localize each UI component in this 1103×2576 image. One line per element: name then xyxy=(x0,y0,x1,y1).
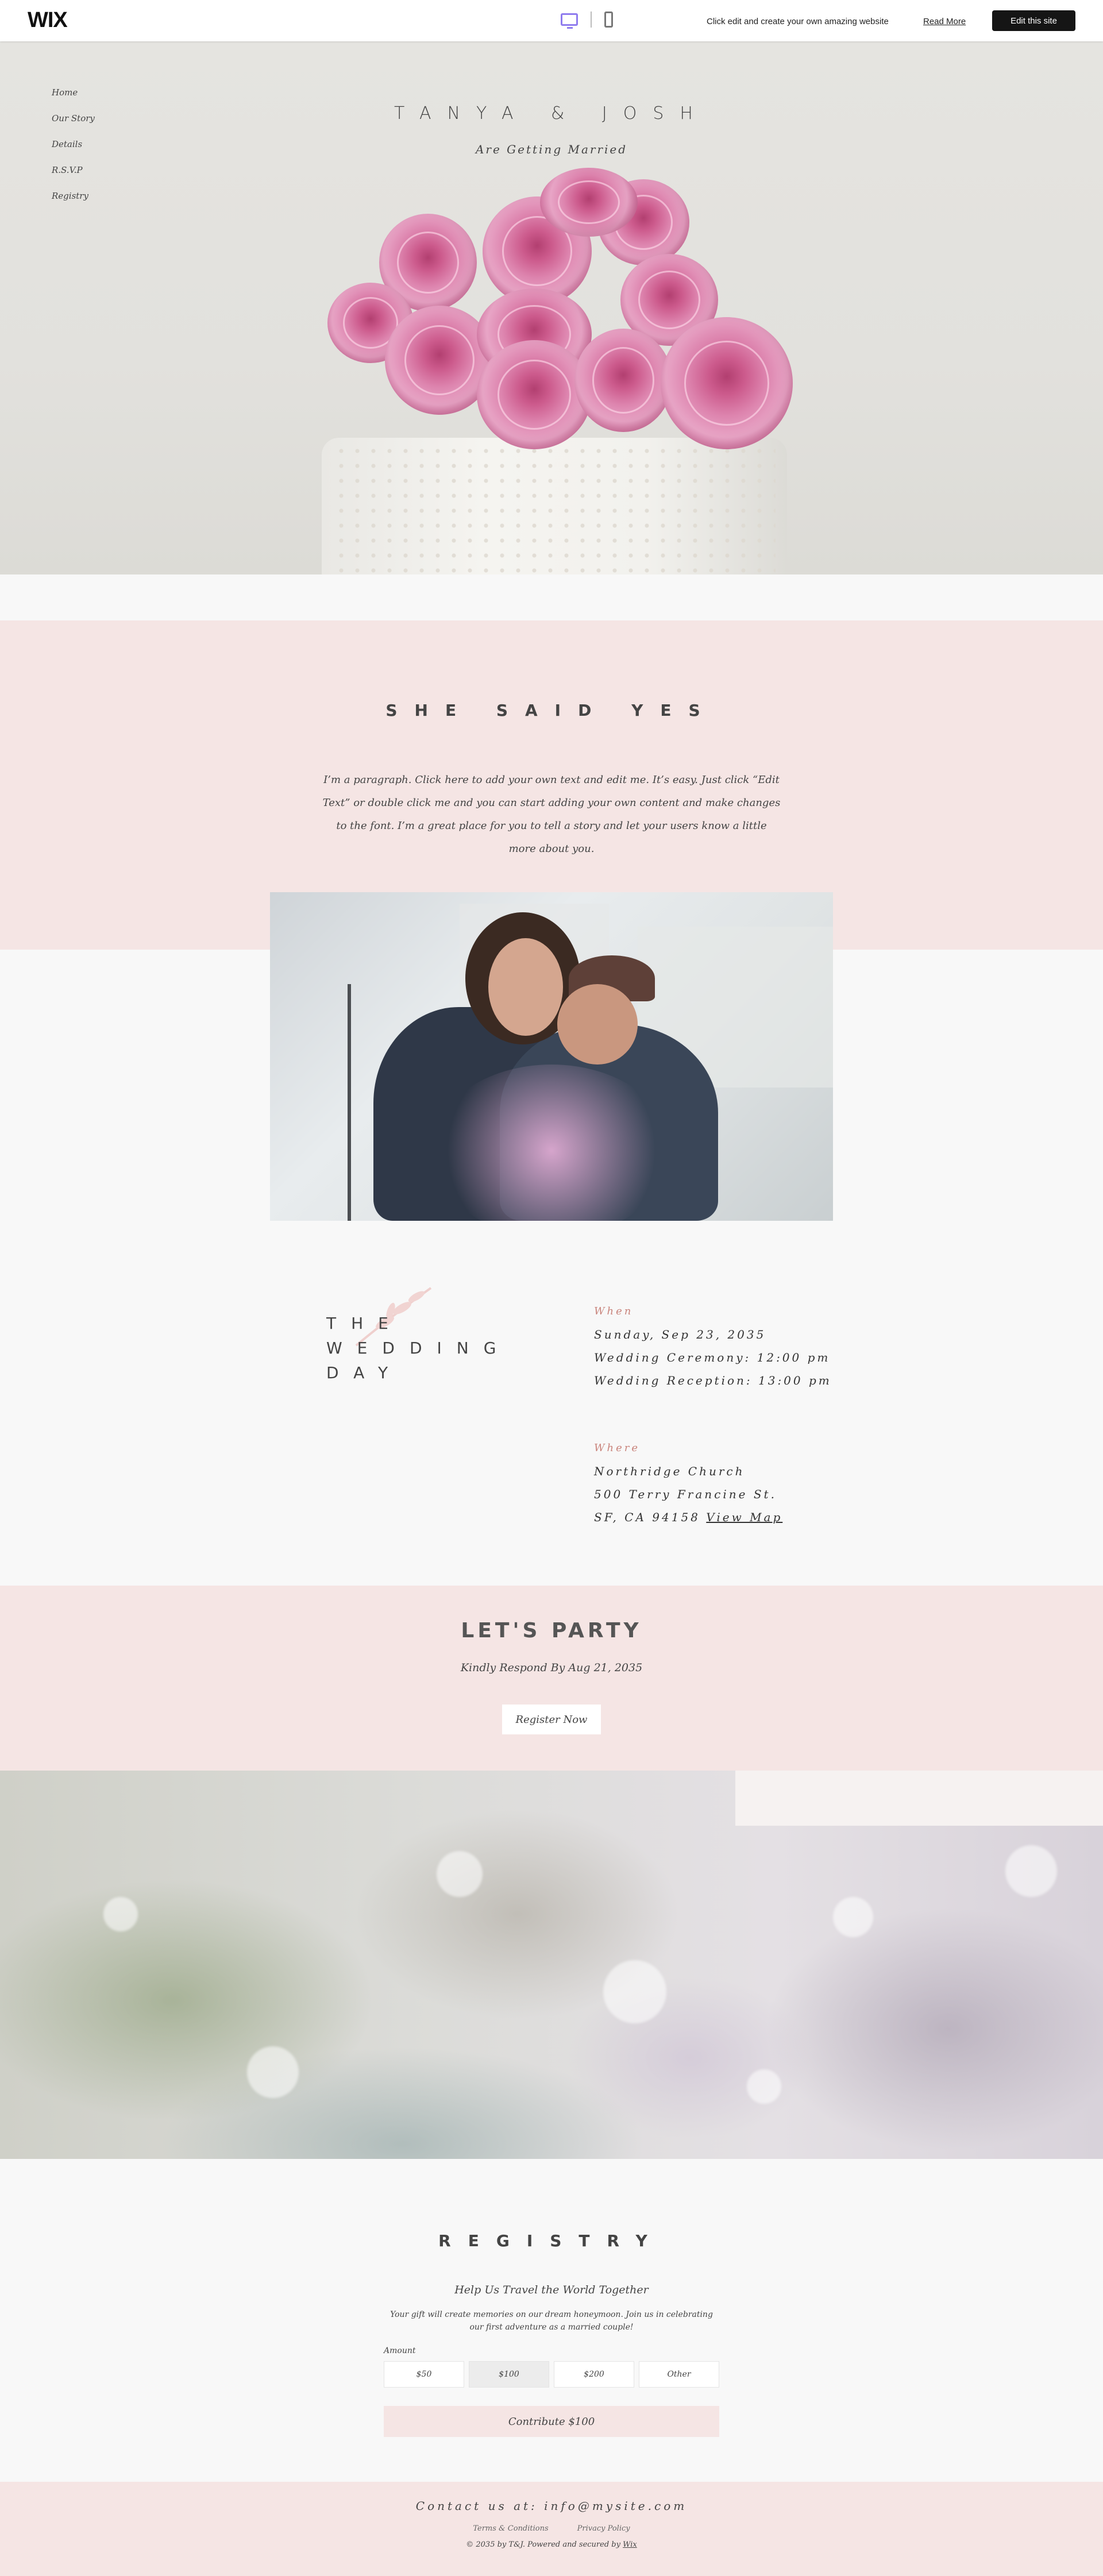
photo-pole-shape xyxy=(348,984,351,1221)
bokeh-shape xyxy=(1005,1845,1057,1897)
bokeh-shape xyxy=(747,2069,781,2104)
amount-option-other[interactable]: Other xyxy=(639,2361,719,2388)
terms-link[interactable]: Terms & Conditions xyxy=(473,2524,548,2533)
copyright-text: © 2035 by T&J. Powered and secured by xyxy=(466,2540,620,2549)
register-now-button[interactable]: Register Now xyxy=(502,1705,601,1734)
device-switch xyxy=(561,11,613,29)
party-title: LET'S PARTY xyxy=(461,1619,642,1642)
couple-photo xyxy=(270,892,833,1221)
when-reception: Wedding Reception: 13:00 pm xyxy=(594,1374,832,1387)
hero-subtitle: Are Getting Married xyxy=(475,142,628,156)
when-block: When Sunday, Sep 23, 2035 Wedding Ceremo… xyxy=(594,1305,832,1392)
cake-shape xyxy=(322,438,787,574)
rose-shape xyxy=(661,317,793,449)
registry-paragraph: Your gift will create memories on our dr… xyxy=(390,2310,713,2332)
wedding-day-title-line: DAY xyxy=(326,1363,403,1382)
rose-shape xyxy=(477,340,592,449)
party-band xyxy=(0,1586,1103,1771)
party-subtitle: Kindly Respond By Aug 21, 2035 xyxy=(460,1661,643,1674)
footer-links: Terms & Conditions Privacy Policy xyxy=(0,2524,1103,2533)
amount-option-50[interactable]: $50 xyxy=(384,2361,464,2388)
amount-option-200[interactable]: $200 xyxy=(554,2361,634,2388)
edit-site-button[interactable]: Edit this site xyxy=(992,10,1075,31)
bokeh-shape xyxy=(247,2046,299,2098)
promo-text: Click edit and create your own amazing w… xyxy=(707,17,889,26)
registry-title: REGISTRY xyxy=(438,2231,665,2250)
couple-names-title: TANYA & JOSH xyxy=(394,103,709,124)
desktop-icon[interactable] xyxy=(561,13,578,29)
bokeh-shape xyxy=(437,1851,483,1897)
wedding-day-title-line: WEDDING xyxy=(326,1339,511,1358)
where-city: SF, CA 94158 xyxy=(594,1510,700,1524)
view-map-link[interactable]: View Map xyxy=(706,1510,782,1524)
hero-section: Home Our Story Details R.S.V.P Registry … xyxy=(0,41,1103,574)
when-ceremony: Wedding Ceremony: 12:00 pm xyxy=(594,1351,831,1364)
where-street: 500 Terry Francine St. xyxy=(594,1487,777,1501)
when-date: Sunday, Sep 23, 2035 xyxy=(594,1328,766,1341)
when-label: When xyxy=(594,1305,634,1317)
nav-registry[interactable]: Registry xyxy=(52,191,95,201)
where-block: Where Northridge Church 500 Terry Franci… xyxy=(594,1442,782,1529)
where-label: Where xyxy=(594,1442,641,1454)
bokeh-shape xyxy=(603,1960,666,2023)
nav-home[interactable]: Home xyxy=(52,87,95,98)
bokeh-shape xyxy=(833,1897,873,1937)
amount-option-100[interactable]: $100 xyxy=(469,2361,549,2388)
wedding-day-title: THE WEDDING DAY xyxy=(326,1311,511,1385)
privacy-link[interactable]: Privacy Policy xyxy=(577,2524,630,2533)
contribute-button[interactable]: Contribute $100 xyxy=(384,2406,719,2437)
wix-link[interactable]: Wix xyxy=(623,2540,637,2549)
rose-shape xyxy=(574,329,672,432)
bokeh-shape xyxy=(103,1897,138,1931)
wedding-day-title-line: THE xyxy=(326,1314,403,1333)
wix-topbar: WIX Click edit and create your own amazi… xyxy=(0,0,1103,41)
foliage-top-strip xyxy=(735,1771,1103,1826)
nav-rsvp[interactable]: R.S.V.P xyxy=(52,165,95,175)
foliage-image xyxy=(0,1771,1103,2159)
where-venue: Northridge Church xyxy=(594,1464,745,1478)
amount-options: $50 $100 $200 Other xyxy=(384,2361,719,2388)
contact-email: Contact us at: info@mysite.com xyxy=(415,2499,688,2513)
read-more-link[interactable]: Read More xyxy=(923,17,966,26)
mobile-icon[interactable] xyxy=(604,11,613,28)
device-separator xyxy=(591,11,592,28)
registry-subtitle: Help Us Travel the World Together xyxy=(454,2284,649,2296)
where-city-line: SF, CA 94158 View Map xyxy=(594,1506,782,1529)
story-title: SHE SAID YES xyxy=(385,701,718,720)
photo-face-shape xyxy=(557,984,638,1065)
story-paragraph: I’m a paragraph. Click here to add your … xyxy=(322,774,781,855)
wix-logo[interactable]: WIX xyxy=(28,8,68,33)
copyright-line: © 2035 by T&J. Powered and secured by Wi… xyxy=(0,2540,1103,2549)
amount-label: Amount xyxy=(384,2346,416,2355)
rose-shape xyxy=(540,168,638,237)
photo-face-shape xyxy=(488,938,563,1036)
